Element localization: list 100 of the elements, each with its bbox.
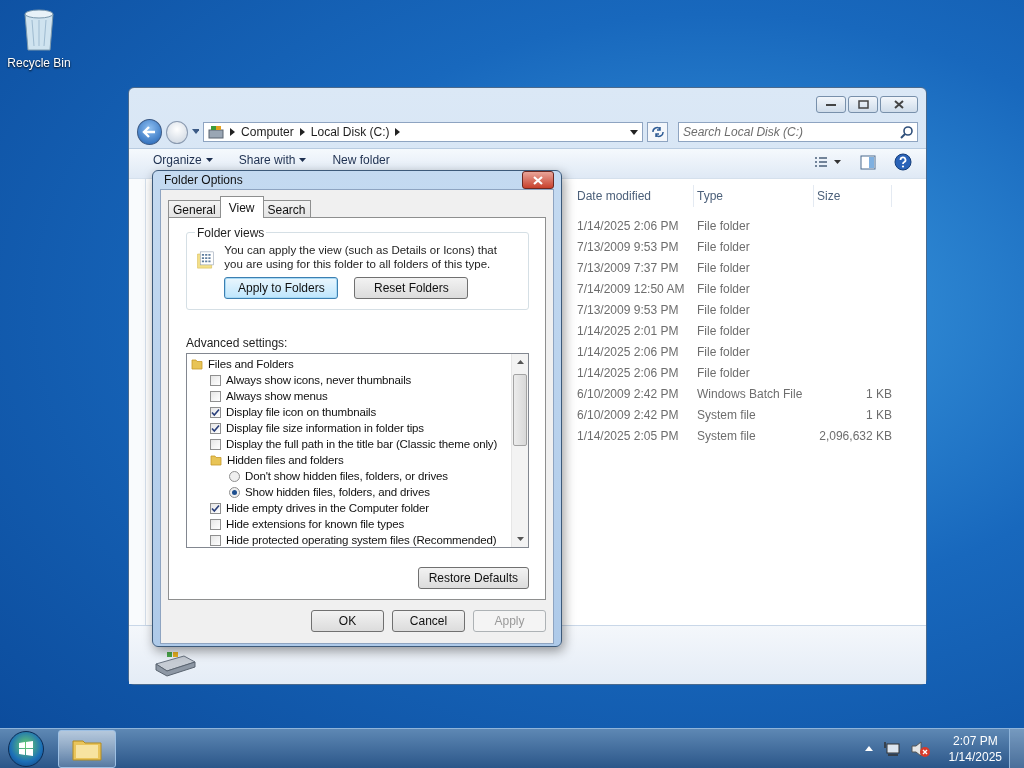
column-header[interactable]: Type	[694, 185, 814, 207]
checkmark-icon	[211, 503, 220, 513]
scroll-down-arrow-icon[interactable]	[516, 537, 524, 541]
checkbox[interactable]	[210, 390, 221, 402]
show-hidden-icons-arrow[interactable]	[864, 746, 873, 751]
maximize-icon	[857, 100, 869, 109]
date-cell-text: 1/14/2025 2:05 PM	[576, 428, 680, 443]
size-cell-text: 2,096,632 KB	[818, 428, 892, 443]
setting-label: Hidden files and folders	[227, 454, 344, 466]
setting-label: Show hidden files, folders, and drives	[245, 486, 430, 498]
radio-button[interactable]	[229, 470, 240, 482]
setting-label: Hide empty drives in the Computer folder	[226, 502, 429, 514]
chevron-icon[interactable]	[299, 128, 305, 136]
view-options-icon[interactable]	[814, 156, 842, 168]
back-button[interactable]	[137, 119, 162, 145]
folder-icon	[210, 454, 222, 466]
size-cell-text: 1 KB	[865, 386, 892, 401]
close-icon	[533, 175, 543, 185]
date-cell-text: 1/14/2025 2:01 PM	[576, 323, 680, 338]
type-cell-text: File folder	[696, 323, 751, 338]
forward-button[interactable]	[165, 120, 188, 144]
breadcrumb[interactable]: Computer	[241, 125, 294, 139]
help-icon[interactable]	[894, 153, 912, 171]
close-icon	[894, 100, 904, 109]
dialog-button[interactable]: OK	[311, 610, 384, 632]
minimize-button[interactable]	[816, 96, 846, 113]
checkbox[interactable]	[210, 374, 221, 386]
drive-icon	[153, 650, 197, 678]
setting-label: Display the full path in the title bar (Classic theme only)	[226, 438, 498, 450]
advanced-settings-label: Advanced settings:	[186, 336, 289, 350]
dialog-title: Folder Options	[163, 173, 243, 187]
checkbox[interactable]	[210, 518, 221, 530]
date-cell-text: 7/14/2009 12:50 AM	[576, 281, 686, 296]
date-cell-text: 1/14/2025 2:06 PM	[576, 218, 680, 233]
restore-defaults-button[interactable]: Restore Defaults	[417, 567, 529, 589]
date-cell-text: 1/14/2025 2:06 PM	[576, 344, 680, 359]
tab[interactable]: General	[168, 200, 221, 218]
clock-date[interactable]: 1/14/2025	[948, 748, 1002, 765]
type-cell-text: File folder	[696, 365, 751, 380]
radio-button[interactable]	[229, 486, 240, 498]
breadcrumb[interactable]: Local Disk (C:)	[310, 125, 390, 139]
column-header[interactable]: Date modified	[574, 185, 694, 207]
type-cell-text: File folder	[696, 239, 751, 254]
drive-icon	[208, 125, 225, 139]
desktop-icon-label[interactable]: Recycle Bin	[7, 56, 71, 70]
folder-views-button[interactable]: Apply to Folders	[224, 277, 339, 299]
toolbar-button[interactable]: Organize	[153, 153, 213, 167]
tab[interactable]: Search	[262, 200, 311, 218]
windows-logo-icon	[18, 740, 34, 757]
type-cell-text: File folder	[696, 344, 751, 359]
setting-label: Don't show hidden files, folders, or drives	[245, 470, 448, 482]
date-cell-text: 7/13/2009 9:53 PM	[576, 239, 680, 254]
scrollbar[interactable]	[511, 354, 528, 547]
date-cell-text: 1/14/2025 2:06 PM	[576, 365, 680, 380]
checkbox[interactable]	[210, 406, 221, 418]
folder-views-description: You can apply the view (such as Details or Icons) that you are using for this folder to all folders of this type.	[224, 243, 498, 271]
folder-icon	[191, 358, 203, 370]
tab[interactable]: View	[219, 196, 264, 218]
close-button[interactable]	[880, 96, 918, 113]
setting-label: Display file icon on thumbnails	[226, 406, 377, 418]
dialog-button[interactable]: Cancel	[392, 610, 465, 632]
scroll-up-arrow-icon[interactable]	[516, 360, 524, 364]
maximize-button[interactable]	[848, 96, 878, 113]
close-button[interactable]	[522, 171, 554, 189]
date-cell-text: 7/13/2009 9:53 PM	[576, 302, 680, 317]
checkbox[interactable]	[210, 502, 221, 514]
folder-views-button[interactable]: Reset Folders	[354, 277, 469, 299]
setting-label: Always show icons, never thumbnails	[226, 374, 412, 386]
type-cell-text: File folder	[696, 302, 751, 317]
setting-label: Always show menus	[226, 390, 328, 402]
setting-label: Hide extensions for known file types	[226, 518, 405, 530]
search-field[interactable]: Search Local Disk (C:)	[678, 122, 918, 142]
toolbar-button[interactable]: New folder	[332, 153, 390, 167]
address-bar[interactable]: Computer Local Disk (C:)	[203, 122, 644, 142]
type-cell-text: File folder	[696, 260, 751, 275]
setting-label: Hide protected operating system files (Recommended)	[226, 534, 497, 546]
chevron-icon[interactable]	[395, 128, 401, 136]
network-icon[interactable]	[882, 740, 901, 757]
refresh-button[interactable]	[647, 122, 668, 142]
group-legend: Folder views	[195, 226, 267, 240]
date-cell-text: 6/10/2009 2:42 PM	[576, 407, 680, 422]
checkbox[interactable]	[210, 438, 221, 450]
dropdown-arrow-icon[interactable]	[630, 129, 639, 135]
checkbox[interactable]	[210, 422, 221, 434]
type-cell-text: System file	[696, 428, 757, 443]
type-cell-text: Windows Batch File	[696, 386, 804, 401]
start-button[interactable]	[8, 730, 44, 767]
column-header[interactable]: Size	[814, 185, 892, 207]
search-icon	[900, 126, 913, 139]
clock-time[interactable]: 2:07 PM	[952, 732, 998, 749]
chevron-icon[interactable]	[230, 128, 236, 136]
type-cell-text: File folder	[696, 218, 751, 233]
setting-label: Display file size information in folder tips	[226, 422, 424, 434]
back-arrow-icon	[142, 126, 157, 138]
type-cell-text: System file	[696, 407, 757, 422]
size-cell-text: 1 KB	[865, 407, 892, 422]
toolbar-button[interactable]: Share with	[238, 153, 307, 167]
checkbox[interactable]	[210, 534, 221, 546]
muted-speaker-icon[interactable]	[910, 740, 931, 757]
explorer-taskbar-button[interactable]	[58, 729, 116, 768]
